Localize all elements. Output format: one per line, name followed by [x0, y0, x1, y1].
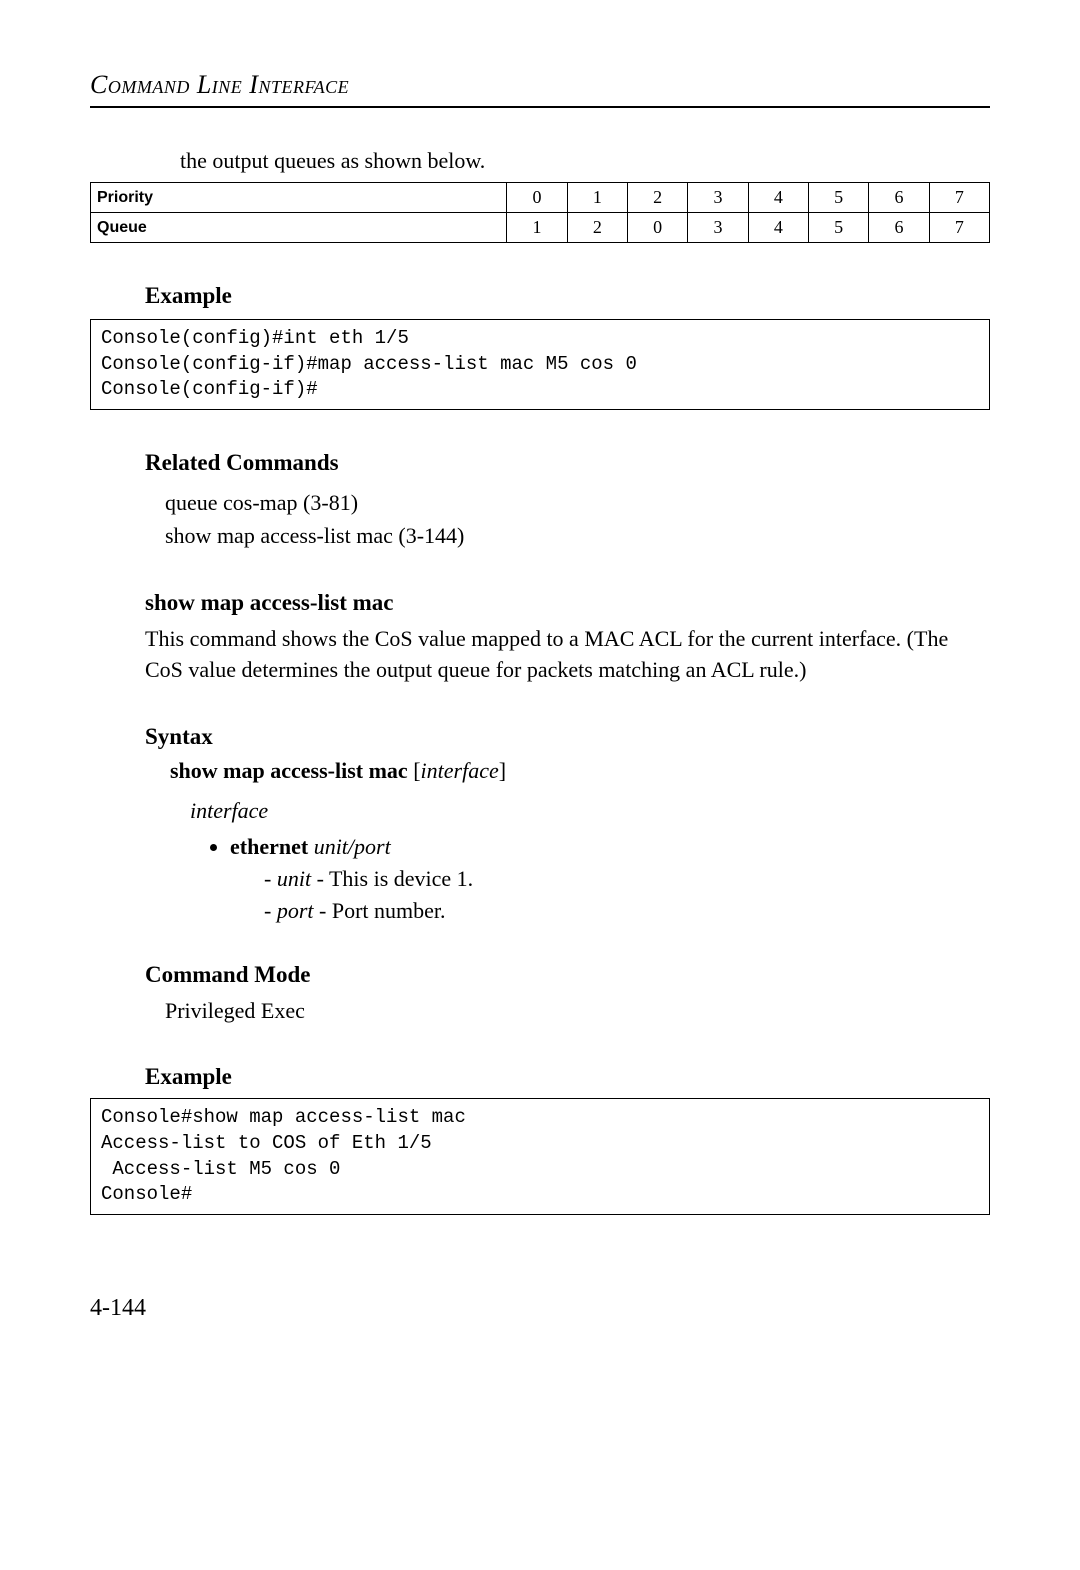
syntax-bracket-open: [	[413, 758, 420, 783]
page-number: 4-144	[90, 1295, 990, 1322]
bullet-bold: ethernet	[230, 834, 308, 859]
command-mode-value: Privileged Exec	[165, 996, 970, 1027]
queue-cell: 7	[929, 213, 989, 243]
queue-cell: 3	[688, 213, 748, 243]
queue-cell: 6	[869, 213, 929, 243]
priority-cell: 2	[628, 183, 688, 213]
page-header: Command Line Interface	[90, 70, 990, 100]
dash-ital: unit	[277, 866, 311, 891]
queue-row-label: Queue	[91, 213, 507, 243]
syntax-command: show map access-list mac	[170, 758, 408, 783]
syntax-param: interface	[421, 758, 499, 783]
syntax-heading: Syntax	[145, 724, 990, 750]
bullet-ital: unit/port	[314, 834, 391, 859]
priority-cell: 5	[809, 183, 869, 213]
priority-cell: 7	[929, 183, 989, 213]
related-commands-heading: Related Commands	[145, 450, 990, 476]
table-row: Priority 0 1 2 3 4 5 6 7	[91, 183, 990, 213]
intro-line: the output queues as shown below.	[180, 148, 990, 174]
command-description: This command shows the CoS value mapped …	[145, 624, 970, 686]
dash-rest: - Port number.	[314, 898, 446, 923]
queue-cell: 1	[507, 213, 567, 243]
table-row: Queue 1 2 0 3 4 5 6 7	[91, 213, 990, 243]
header-rule	[90, 106, 990, 108]
param-bullets: ethernet unit/port - unit - This is devi…	[230, 834, 990, 924]
priority-row-label: Priority	[91, 183, 507, 213]
param-interface: interface	[190, 798, 990, 824]
dash-ital: port	[277, 898, 314, 923]
example-heading-2: Example	[145, 1064, 990, 1090]
priority-queue-table: Priority 0 1 2 3 4 5 6 7 Queue 1 2 0 3 4…	[90, 182, 990, 243]
queue-cell: 5	[809, 213, 869, 243]
queue-cell: 4	[748, 213, 808, 243]
command-title: show map access-list mac	[145, 590, 990, 616]
dash-item: - unit - This is device 1.	[264, 866, 990, 892]
dash-rest: - This is device 1.	[311, 866, 473, 891]
code-block-1: Console(config)#int eth 1/5 Console(conf…	[90, 319, 990, 410]
page-root: Command Line Interface the output queues…	[0, 0, 1080, 1362]
list-item: ethernet unit/port - unit - This is devi…	[230, 834, 990, 924]
queue-cell: 0	[628, 213, 688, 243]
command-mode-heading: Command Mode	[145, 962, 990, 988]
priority-cell: 4	[748, 183, 808, 213]
queue-cell: 2	[567, 213, 627, 243]
dash-list: - unit - This is device 1. - port - Port…	[264, 866, 990, 924]
syntax-bracket-close: ]	[499, 758, 506, 783]
priority-cell: 3	[688, 183, 748, 213]
dash-item: - port - Port number.	[264, 898, 990, 924]
syntax-line: show map access-list mac [interface]	[170, 758, 990, 784]
related-item: queue cos-map (3-81)	[165, 486, 990, 519]
priority-cell: 1	[567, 183, 627, 213]
code-block-2: Console#show map access-list mac Access-…	[90, 1098, 990, 1215]
example-heading-1: Example	[145, 283, 990, 309]
priority-cell: 0	[507, 183, 567, 213]
priority-cell: 6	[869, 183, 929, 213]
related-item: show map access-list mac (3-144)	[165, 519, 990, 552]
related-commands-list: queue cos-map (3-81) show map access-lis…	[165, 486, 990, 552]
